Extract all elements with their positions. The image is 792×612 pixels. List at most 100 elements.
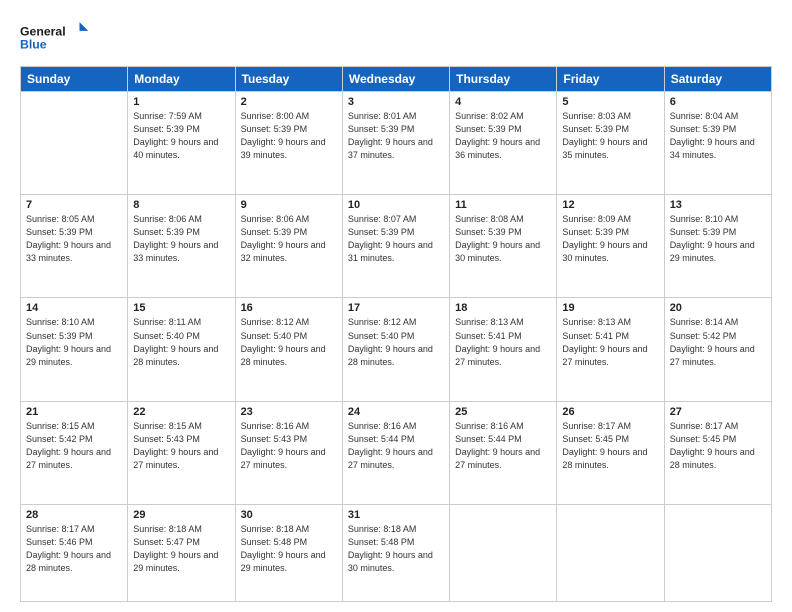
calendar-cell: 16 Sunrise: 8:12 AMSunset: 5:40 PMDaylig… xyxy=(235,298,342,401)
day-number: 31 xyxy=(348,509,444,521)
calendar-cell: 12 Sunrise: 8:09 AMSunset: 5:39 PMDaylig… xyxy=(557,195,664,298)
day-number: 12 xyxy=(562,199,658,211)
day-number: 16 xyxy=(241,302,337,314)
day-info: Sunrise: 8:15 AMSunset: 5:42 PMDaylight:… xyxy=(26,420,122,472)
day-info: Sunrise: 8:18 AMSunset: 5:47 PMDaylight:… xyxy=(133,523,229,575)
day-info: Sunrise: 8:01 AMSunset: 5:39 PMDaylight:… xyxy=(348,110,444,162)
day-number: 8 xyxy=(133,199,229,211)
weekday-header-tuesday: Tuesday xyxy=(235,67,342,92)
day-info: Sunrise: 8:08 AMSunset: 5:39 PMDaylight:… xyxy=(455,213,551,265)
calendar-cell: 29 Sunrise: 8:18 AMSunset: 5:47 PMDaylig… xyxy=(128,504,235,601)
day-number: 13 xyxy=(670,199,766,211)
day-number: 22 xyxy=(133,406,229,418)
day-info: Sunrise: 8:10 AMSunset: 5:39 PMDaylight:… xyxy=(26,316,122,368)
day-number: 26 xyxy=(562,406,658,418)
day-number: 10 xyxy=(348,199,444,211)
weekday-header-wednesday: Wednesday xyxy=(342,67,449,92)
day-number: 14 xyxy=(26,302,122,314)
calendar-cell: 18 Sunrise: 8:13 AMSunset: 5:41 PMDaylig… xyxy=(450,298,557,401)
day-number: 9 xyxy=(241,199,337,211)
day-info: Sunrise: 8:18 AMSunset: 5:48 PMDaylight:… xyxy=(348,523,444,575)
day-info: Sunrise: 8:17 AMSunset: 5:45 PMDaylight:… xyxy=(562,420,658,472)
calendar-cell: 26 Sunrise: 8:17 AMSunset: 5:45 PMDaylig… xyxy=(557,401,664,504)
calendar-cell: 25 Sunrise: 8:16 AMSunset: 5:44 PMDaylig… xyxy=(450,401,557,504)
calendar-cell: 9 Sunrise: 8:06 AMSunset: 5:39 PMDayligh… xyxy=(235,195,342,298)
calendar-cell xyxy=(557,504,664,601)
day-info: Sunrise: 8:13 AMSunset: 5:41 PMDaylight:… xyxy=(562,316,658,368)
day-number: 28 xyxy=(26,509,122,521)
day-info: Sunrise: 8:17 AMSunset: 5:45 PMDaylight:… xyxy=(670,420,766,472)
logo-svg: General Blue xyxy=(20,18,90,56)
day-info: Sunrise: 8:03 AMSunset: 5:39 PMDaylight:… xyxy=(562,110,658,162)
calendar-cell: 7 Sunrise: 8:05 AMSunset: 5:39 PMDayligh… xyxy=(21,195,128,298)
day-number: 29 xyxy=(133,509,229,521)
day-number: 1 xyxy=(133,96,229,108)
day-info: Sunrise: 8:16 AMSunset: 5:44 PMDaylight:… xyxy=(455,420,551,472)
day-number: 30 xyxy=(241,509,337,521)
day-number: 21 xyxy=(26,406,122,418)
day-number: 7 xyxy=(26,199,122,211)
calendar-cell: 13 Sunrise: 8:10 AMSunset: 5:39 PMDaylig… xyxy=(664,195,771,298)
day-number: 27 xyxy=(670,406,766,418)
calendar-cell: 1 Sunrise: 7:59 AMSunset: 5:39 PMDayligh… xyxy=(128,92,235,195)
day-info: Sunrise: 8:13 AMSunset: 5:41 PMDaylight:… xyxy=(455,316,551,368)
day-info: Sunrise: 7:59 AMSunset: 5:39 PMDaylight:… xyxy=(133,110,229,162)
day-info: Sunrise: 8:16 AMSunset: 5:44 PMDaylight:… xyxy=(348,420,444,472)
day-number: 23 xyxy=(241,406,337,418)
weekday-header-monday: Monday xyxy=(128,67,235,92)
calendar-cell: 22 Sunrise: 8:15 AMSunset: 5:43 PMDaylig… xyxy=(128,401,235,504)
day-info: Sunrise: 8:00 AMSunset: 5:39 PMDaylight:… xyxy=(241,110,337,162)
calendar-cell: 27 Sunrise: 8:17 AMSunset: 5:45 PMDaylig… xyxy=(664,401,771,504)
day-info: Sunrise: 8:16 AMSunset: 5:43 PMDaylight:… xyxy=(241,420,337,472)
calendar-cell: 17 Sunrise: 8:12 AMSunset: 5:40 PMDaylig… xyxy=(342,298,449,401)
calendar-cell: 15 Sunrise: 8:11 AMSunset: 5:40 PMDaylig… xyxy=(128,298,235,401)
calendar-cell: 6 Sunrise: 8:04 AMSunset: 5:39 PMDayligh… xyxy=(664,92,771,195)
day-number: 17 xyxy=(348,302,444,314)
calendar-cell: 30 Sunrise: 8:18 AMSunset: 5:48 PMDaylig… xyxy=(235,504,342,601)
calendar-cell xyxy=(450,504,557,601)
calendar-cell: 5 Sunrise: 8:03 AMSunset: 5:39 PMDayligh… xyxy=(557,92,664,195)
page-header: General Blue xyxy=(20,18,772,56)
day-number: 15 xyxy=(133,302,229,314)
day-number: 18 xyxy=(455,302,551,314)
day-info: Sunrise: 8:05 AMSunset: 5:39 PMDaylight:… xyxy=(26,213,122,265)
logo: General Blue xyxy=(20,18,90,56)
calendar-cell: 3 Sunrise: 8:01 AMSunset: 5:39 PMDayligh… xyxy=(342,92,449,195)
day-info: Sunrise: 8:17 AMSunset: 5:46 PMDaylight:… xyxy=(26,523,122,575)
calendar-cell: 19 Sunrise: 8:13 AMSunset: 5:41 PMDaylig… xyxy=(557,298,664,401)
calendar-cell: 2 Sunrise: 8:00 AMSunset: 5:39 PMDayligh… xyxy=(235,92,342,195)
calendar-cell: 8 Sunrise: 8:06 AMSunset: 5:39 PMDayligh… xyxy=(128,195,235,298)
calendar-cell: 23 Sunrise: 8:16 AMSunset: 5:43 PMDaylig… xyxy=(235,401,342,504)
day-number: 5 xyxy=(562,96,658,108)
calendar-cell: 28 Sunrise: 8:17 AMSunset: 5:46 PMDaylig… xyxy=(21,504,128,601)
day-info: Sunrise: 8:12 AMSunset: 5:40 PMDaylight:… xyxy=(348,316,444,368)
day-info: Sunrise: 8:12 AMSunset: 5:40 PMDaylight:… xyxy=(241,316,337,368)
day-info: Sunrise: 8:07 AMSunset: 5:39 PMDaylight:… xyxy=(348,213,444,265)
day-info: Sunrise: 8:02 AMSunset: 5:39 PMDaylight:… xyxy=(455,110,551,162)
calendar-cell: 10 Sunrise: 8:07 AMSunset: 5:39 PMDaylig… xyxy=(342,195,449,298)
calendar-cell: 4 Sunrise: 8:02 AMSunset: 5:39 PMDayligh… xyxy=(450,92,557,195)
day-number: 24 xyxy=(348,406,444,418)
calendar-cell: 20 Sunrise: 8:14 AMSunset: 5:42 PMDaylig… xyxy=(664,298,771,401)
day-info: Sunrise: 8:06 AMSunset: 5:39 PMDaylight:… xyxy=(133,213,229,265)
weekday-header-sunday: Sunday xyxy=(21,67,128,92)
day-number: 2 xyxy=(241,96,337,108)
calendar-cell xyxy=(21,92,128,195)
weekday-header-friday: Friday xyxy=(557,67,664,92)
calendar-cell: 21 Sunrise: 8:15 AMSunset: 5:42 PMDaylig… xyxy=(21,401,128,504)
calendar-table: SundayMondayTuesdayWednesdayThursdayFrid… xyxy=(20,66,772,602)
day-info: Sunrise: 8:14 AMSunset: 5:42 PMDaylight:… xyxy=(670,316,766,368)
day-number: 25 xyxy=(455,406,551,418)
svg-text:Blue: Blue xyxy=(20,37,47,51)
day-number: 20 xyxy=(670,302,766,314)
day-info: Sunrise: 8:10 AMSunset: 5:39 PMDaylight:… xyxy=(670,213,766,265)
day-info: Sunrise: 8:15 AMSunset: 5:43 PMDaylight:… xyxy=(133,420,229,472)
day-info: Sunrise: 8:04 AMSunset: 5:39 PMDaylight:… xyxy=(670,110,766,162)
calendar-cell: 31 Sunrise: 8:18 AMSunset: 5:48 PMDaylig… xyxy=(342,504,449,601)
day-number: 6 xyxy=(670,96,766,108)
day-number: 19 xyxy=(562,302,658,314)
calendar-cell xyxy=(664,504,771,601)
svg-text:General: General xyxy=(20,24,66,38)
weekday-header-thursday: Thursday xyxy=(450,67,557,92)
day-number: 3 xyxy=(348,96,444,108)
